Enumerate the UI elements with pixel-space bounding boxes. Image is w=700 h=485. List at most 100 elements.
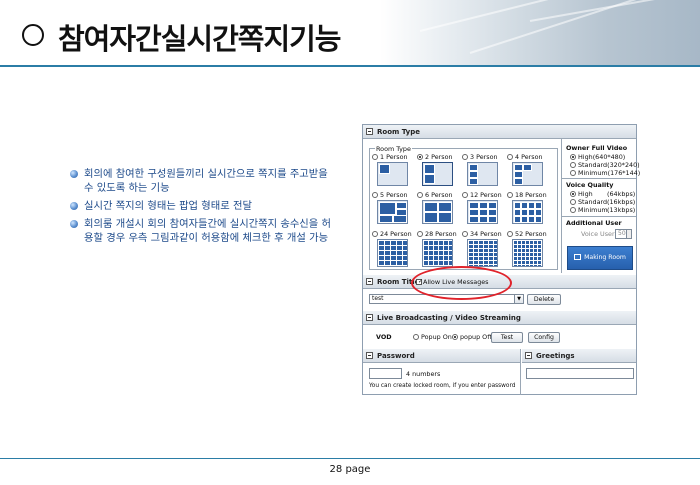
making-room-icon	[574, 254, 582, 260]
radio-icon	[452, 334, 458, 340]
layout-thumb-1[interactable]	[377, 162, 408, 186]
config-button[interactable]: Config	[528, 332, 560, 343]
bullet-icon	[70, 202, 78, 210]
collapse-icon[interactable]	[366, 352, 373, 359]
header-divider	[0, 65, 700, 67]
bullet-icon	[70, 220, 78, 228]
radio-icon	[570, 191, 576, 197]
bullet-item: 회의룸 개설시 회의 참여자들간에 실시간쪽지 송수신을 허용할 경우 우측 그…	[70, 217, 340, 245]
voice-user-label: Voice User	[581, 230, 615, 238]
radio-icon	[462, 231, 468, 237]
layout-thumb-52[interactable]	[512, 239, 543, 267]
radio-icon	[372, 231, 378, 237]
radio-icon	[570, 170, 576, 176]
voice-quality-standard-rate: (16kbps)	[607, 198, 636, 206]
divider	[561, 216, 636, 217]
radio-icon	[507, 154, 513, 160]
owner-video-standard[interactable]: Standard(320*240)	[570, 161, 640, 169]
radio-icon	[570, 199, 576, 205]
column-divider	[520, 349, 521, 395]
radio-icon	[372, 154, 378, 160]
room-type-group-label: Room Type	[375, 145, 412, 153]
bullet-list: 회의에 참여한 구성원들끼리 실시간으로 쪽지를 주고받을 수 있도록 하는 기…	[70, 167, 340, 249]
room-option-5[interactable]: 5 Person	[372, 191, 408, 199]
voice-quality-high[interactable]: High	[570, 190, 593, 198]
greetings-input[interactable]	[526, 368, 634, 379]
password-input[interactable]	[369, 368, 402, 379]
layout-thumb-5[interactable]	[377, 200, 408, 224]
owner-video-minimum[interactable]: Minimum(176*144)	[570, 169, 640, 177]
password-hint: 4 numbers	[406, 370, 441, 378]
room-option-28[interactable]: 28 Person	[417, 230, 457, 238]
live-broadcasting-header[interactable]: Live Broadcasting / Video Streaming	[363, 311, 636, 325]
room-option-3[interactable]: 3 Person	[462, 153, 498, 161]
footer-divider	[0, 458, 700, 459]
voice-quality-label: Voice Quality	[566, 181, 614, 189]
room-settings-panel: Room Type Room Type 1 Person 2 Person 3 …	[362, 124, 640, 395]
password-note: You can create locked room, if you enter…	[369, 383, 516, 389]
owner-video-label: Owner Full Video	[566, 144, 628, 152]
voice-quality-standard[interactable]: Standard	[570, 198, 607, 206]
room-type-header[interactable]: Room Type	[363, 125, 636, 139]
owner-video-high[interactable]: High(640*480)	[570, 153, 625, 161]
dropdown-arrow-icon[interactable]: ▼	[514, 294, 524, 304]
voice-quality-minimum[interactable]: Minimum	[570, 206, 608, 214]
radio-icon	[417, 154, 423, 160]
voice-quality-minimum-rate: (13kbps)	[607, 206, 636, 214]
collapse-icon[interactable]	[366, 128, 373, 135]
layout-thumb-4[interactable]	[512, 162, 543, 186]
radio-icon	[372, 192, 378, 198]
room-option-2[interactable]: 2 Person	[417, 153, 453, 161]
highlight-ellipse	[411, 266, 512, 300]
radio-icon	[507, 231, 513, 237]
spinner-icon[interactable]	[626, 229, 632, 239]
layout-thumb-12[interactable]	[467, 200, 498, 224]
layout-thumb-2[interactable]	[422, 162, 453, 186]
header-decoration	[380, 0, 700, 66]
bullet-item: 회의에 참여한 구성원들끼리 실시간으로 쪽지를 주고받을 수 있도록 하는 기…	[70, 167, 340, 195]
password-header[interactable]: Password	[363, 349, 520, 363]
vod-label: VOD	[376, 333, 392, 341]
radio-icon	[570, 207, 576, 213]
radio-icon	[462, 192, 468, 198]
slide-header: 참여자간실시간쪽지기능	[0, 0, 700, 66]
slide-title: 참여자간실시간쪽지기능	[58, 22, 341, 56]
radio-icon	[507, 192, 513, 198]
greetings-header[interactable]: Greetings	[522, 349, 636, 363]
collapse-icon[interactable]	[366, 278, 373, 285]
radio-icon	[462, 154, 468, 160]
making-room-button[interactable]: Making Room	[567, 246, 633, 270]
room-option-6[interactable]: 6 Person	[417, 191, 453, 199]
layout-thumb-28[interactable]	[422, 239, 453, 267]
title-circle-icon	[22, 24, 44, 46]
bullet-icon	[70, 170, 78, 178]
room-option-18[interactable]: 18 Person	[507, 191, 547, 199]
radio-icon	[570, 154, 576, 160]
voice-quality-high-rate: (64kbps)	[607, 190, 636, 198]
bullet-item: 실시간 쪽지의 형태는 팝업 형태로 전달	[70, 199, 340, 213]
room-option-1[interactable]: 1 Person	[372, 153, 408, 161]
room-option-34[interactable]: 34 Person	[462, 230, 502, 238]
collapse-icon[interactable]	[525, 352, 532, 359]
additional-user-label: Additional User	[566, 219, 622, 227]
test-button[interactable]: Test	[491, 332, 523, 343]
delete-button[interactable]: Delete	[527, 294, 561, 305]
radio-icon	[413, 334, 419, 340]
radio-icon	[417, 231, 423, 237]
room-option-24[interactable]: 24 Person	[372, 230, 412, 238]
popup-on-radio[interactable]: Popup On	[413, 333, 452, 341]
popup-off-radio[interactable]: popup Off	[452, 333, 492, 341]
room-option-4[interactable]: 4 Person	[507, 153, 543, 161]
room-option-12[interactable]: 12 Person	[462, 191, 502, 199]
column-divider	[561, 139, 562, 273]
divider	[561, 178, 636, 179]
radio-icon	[570, 162, 576, 168]
layout-thumb-24[interactable]	[377, 239, 408, 267]
collapse-icon[interactable]	[366, 314, 373, 321]
layout-thumb-34[interactable]	[467, 239, 498, 267]
layout-thumb-18[interactable]	[512, 200, 543, 224]
room-option-52[interactable]: 52 Person	[507, 230, 547, 238]
page-number: 28 page	[329, 464, 371, 475]
layout-thumb-6[interactable]	[422, 200, 453, 224]
layout-thumb-3[interactable]	[467, 162, 498, 186]
